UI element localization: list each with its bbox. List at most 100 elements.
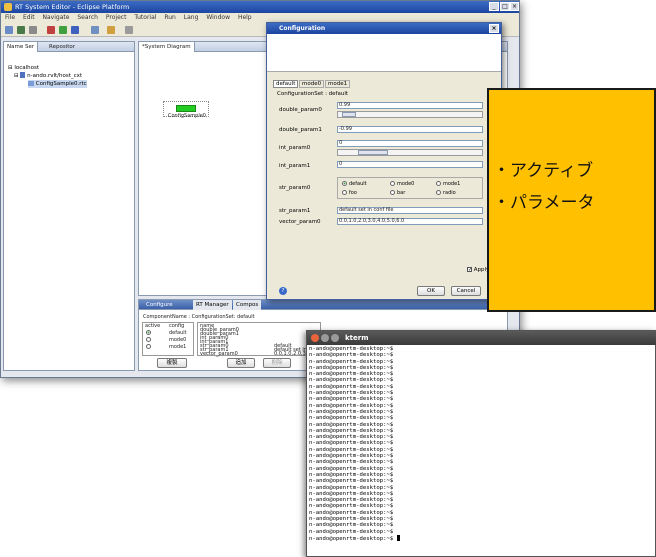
slider-thumb[interactable] xyxy=(342,112,356,117)
external-tools-icon[interactable] xyxy=(71,26,79,34)
back-icon[interactable] xyxy=(125,26,133,34)
checkbox-box: ✓ xyxy=(467,267,473,273)
radio-bar[interactable]: bar xyxy=(390,190,405,196)
close-icon[interactable] xyxy=(311,334,319,342)
col-config: config xyxy=(169,323,185,329)
maximize-button[interactable]: □ xyxy=(500,2,510,11)
maximize-icon[interactable] xyxy=(331,334,339,342)
kterm-title-bar: kterm xyxy=(307,331,656,345)
menu-lang[interactable]: Lang xyxy=(184,14,199,21)
eclipse-title-bar: RT System Editor - Eclipse Platform _ □ … xyxy=(1,1,519,13)
dialog-title-bar: Configuration × xyxy=(267,23,501,34)
search-icon[interactable] xyxy=(91,26,99,34)
terminal-output[interactable]: n-ando@openrtm-desktop:~$ n-ando@openrtm-… xyxy=(309,346,655,556)
config-set-label: ConfigurationSet : default xyxy=(277,91,349,97)
cancel-button[interactable]: Cancel xyxy=(451,286,481,296)
minimize-icon[interactable] xyxy=(321,334,329,342)
terminal-line: n-ando@openrtm-desktop:~$ xyxy=(309,534,655,542)
run-icon[interactable] xyxy=(59,26,67,34)
menu-run[interactable]: Run xyxy=(164,14,176,21)
radio-radio[interactable]: radio xyxy=(436,190,456,196)
config-row-mode1[interactable] xyxy=(146,344,153,350)
slider-double-param0[interactable] xyxy=(337,111,483,118)
apply-checkbox[interactable]: ✓ Apply xyxy=(467,267,489,273)
radio-mode0-label: mode0 xyxy=(397,181,415,187)
folder-icon xyxy=(20,72,26,78)
label-vector-param0: vector_param0 xyxy=(279,219,321,225)
spinner-int-param1[interactable]: 0 xyxy=(337,161,483,168)
set-tab-mode0[interactable]: mode0 xyxy=(299,80,325,88)
tree-item-component[interactable]: ConfigSample0.rtc xyxy=(28,80,87,88)
open-type-icon[interactable] xyxy=(107,26,115,34)
config-row-default[interactable] xyxy=(146,330,153,336)
new-icon[interactable] xyxy=(5,26,13,34)
param-name-6: vector_param0 xyxy=(200,351,238,357)
radio-radio-label: radio xyxy=(443,190,456,196)
eclipse-title: RT System Editor - Eclipse Platform xyxy=(15,3,130,11)
input-double-param0[interactable]: 0.99 xyxy=(337,102,483,109)
dialog-title: Configuration xyxy=(279,25,326,32)
col-active: active xyxy=(145,323,161,329)
set-tab-default[interactable]: default xyxy=(273,80,299,88)
set-tabbar: default mode0 mode1 xyxy=(273,78,499,90)
tab-name-service[interactable]: Name Ser xyxy=(4,42,39,52)
tab-system-diagram[interactable]: *System Diagram xyxy=(139,42,195,52)
callout-box: ・アクティブ ・パラメータ xyxy=(487,88,656,312)
callout-line-2: ・パラメータ xyxy=(493,193,595,213)
component-body[interactable] xyxy=(176,105,196,112)
rt-component[interactable]: ConfigSample0 xyxy=(163,101,209,119)
input-vector-param0[interactable]: 0.0,1.0,2.0,3.0,4.0,5.0,6.0 xyxy=(337,218,483,225)
config-name-mode0: mode0 xyxy=(169,337,187,343)
menu-edit[interactable]: Edit xyxy=(23,14,35,21)
dialog-header-area xyxy=(267,34,501,72)
tab-rt-manager[interactable]: RT Manager xyxy=(193,300,232,310)
config-set-table: active config default mode0 mode1 xyxy=(142,322,194,356)
radio-default[interactable]: default xyxy=(342,181,367,187)
tab-composite[interactable]: Compos xyxy=(233,300,262,310)
radio-foo[interactable]: foo xyxy=(342,190,357,196)
input-double-param1[interactable]: -0.99 xyxy=(337,126,483,133)
close-button[interactable]: × xyxy=(510,2,519,11)
input-int-param0[interactable]: 0 xyxy=(337,140,483,147)
add-button[interactable]: 追加 xyxy=(227,358,255,368)
debug-icon[interactable] xyxy=(47,26,55,34)
tab-configure[interactable]: Configure xyxy=(143,300,176,310)
menu-window[interactable]: Window xyxy=(206,14,230,21)
tab-repository[interactable]: Repositor xyxy=(46,42,78,52)
kterm-title: kterm xyxy=(345,334,369,342)
help-icon[interactable]: ? xyxy=(279,287,287,295)
ok-button[interactable]: OK xyxy=(417,286,445,296)
input-str-param1[interactable]: default set in conf file xyxy=(337,207,483,214)
radio-mode1[interactable]: mode1 xyxy=(436,181,460,187)
app-icon xyxy=(4,3,12,11)
radio-mode1-label: mode1 xyxy=(443,181,461,187)
save-icon[interactable] xyxy=(17,26,25,34)
delete-button[interactable]: 削除 xyxy=(263,358,291,368)
print-icon[interactable] xyxy=(29,26,37,34)
menu-tutorial[interactable]: Tutorial xyxy=(134,14,156,21)
param-value-6: 0.0,1.0,2.0,3 xyxy=(274,351,306,357)
dialog-close-button[interactable]: × xyxy=(489,24,499,33)
minimize-button[interactable]: _ xyxy=(489,2,499,11)
tree-label-localhost: localhost xyxy=(14,65,40,71)
slider-int-param0[interactable] xyxy=(337,149,483,156)
menu-file[interactable]: File xyxy=(5,14,15,21)
slider-thumb[interactable] xyxy=(358,150,388,155)
config-row-mode0[interactable] xyxy=(146,337,153,343)
menu-help[interactable]: Help xyxy=(238,14,252,21)
kterm-window: kterm n-ando@openrtm-desktop:~$ n-ando@op… xyxy=(306,330,656,557)
menu-project[interactable]: Project xyxy=(106,14,127,21)
label-int-param1: int_param1 xyxy=(279,163,311,169)
radio-mode0[interactable]: mode0 xyxy=(390,181,414,187)
radio-bar-label: bar xyxy=(397,190,406,196)
label-double-param1: double_param1 xyxy=(279,127,322,133)
menu-search[interactable]: Search xyxy=(77,14,98,21)
menu-navigate[interactable]: Navigate xyxy=(43,14,70,21)
set-tab-mode1[interactable]: mode1 xyxy=(325,80,351,88)
radio-default-label: default xyxy=(349,181,367,187)
config-name-mode1: mode1 xyxy=(169,344,187,350)
tree-item-host[interactable]: ⊟ n-ando.rvlt/host_cxt xyxy=(14,72,82,80)
radio-foo-label: foo xyxy=(349,190,357,196)
copy-button[interactable]: 複製 xyxy=(157,358,187,368)
tree-item-localhost[interactable]: ⊟ localhost xyxy=(8,64,39,72)
